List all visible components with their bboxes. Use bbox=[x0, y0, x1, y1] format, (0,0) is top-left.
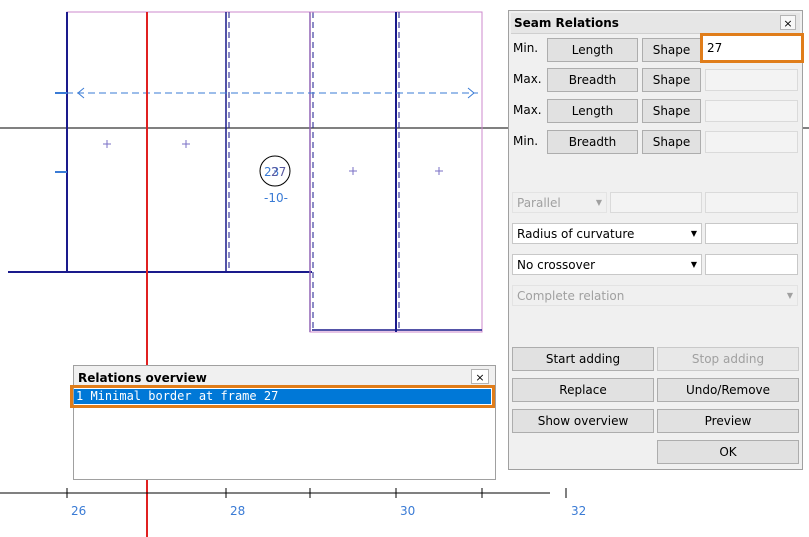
axis-tick-26: 26 bbox=[71, 504, 86, 518]
shape-button-4[interactable]: Shape bbox=[642, 130, 701, 154]
parallel-value-field-1[interactable] bbox=[610, 192, 702, 213]
crossover-select[interactable]: No crossover ▼ bbox=[512, 254, 702, 275]
shape-button-1[interactable]: Shape bbox=[642, 38, 701, 62]
crossover-select-value: No crossover bbox=[517, 258, 596, 272]
chevron-down-icon: ▼ bbox=[786, 291, 793, 300]
crossover-value-field[interactable] bbox=[705, 254, 798, 275]
min-length-field[interactable]: 27 bbox=[700, 33, 804, 63]
min-breadth-field[interactable] bbox=[705, 131, 798, 153]
relations-overview-window: Relations overview × 1 Minimal border at… bbox=[70, 365, 496, 480]
parallel-value-field-2[interactable] bbox=[705, 192, 798, 213]
ok-button[interactable]: OK bbox=[657, 440, 799, 464]
radius-select-value: Radius of curvature bbox=[517, 227, 635, 241]
axis-tick-28: 28 bbox=[230, 504, 245, 518]
start-adding-button[interactable]: Start adding bbox=[512, 347, 654, 371]
parallel-select[interactable]: Parallel ▼ bbox=[512, 192, 607, 213]
chevron-down-icon: ▼ bbox=[690, 229, 697, 238]
replace-button[interactable]: Replace bbox=[512, 378, 654, 402]
overview-titlebar: Relations overview × bbox=[74, 366, 495, 386]
row-label-max: Max. bbox=[513, 72, 542, 86]
chevron-down-icon: ▼ bbox=[690, 260, 697, 269]
complete-relation-value: Complete relation bbox=[517, 289, 625, 303]
show-overview-button[interactable]: Show overview bbox=[512, 409, 654, 433]
frame-marker-number: 27 bbox=[271, 165, 286, 179]
panel-title: Seam Relations bbox=[514, 16, 619, 30]
row-label-min-2: Min. bbox=[513, 134, 539, 148]
undo-remove-button[interactable]: Undo/Remove bbox=[657, 378, 799, 402]
breadth-button-2[interactable]: Breadth bbox=[547, 130, 638, 154]
list-item[interactable]: 1 Minimal border at frame 27 bbox=[70, 385, 495, 408]
axis-tick-32: 32 bbox=[571, 504, 586, 518]
seam-relations-panel: Seam Relations × Min. Length Shape 27 Ma… bbox=[508, 10, 804, 470]
radius-value-field[interactable] bbox=[705, 223, 798, 244]
shape-button-3[interactable]: Shape bbox=[642, 99, 701, 123]
shape-button-2[interactable]: Shape bbox=[642, 68, 701, 92]
relations-list[interactable]: 1 Minimal border at frame 27 bbox=[70, 385, 495, 479]
max-breadth-field[interactable] bbox=[705, 69, 798, 91]
row-label-max-2: Max. bbox=[513, 103, 542, 117]
chevron-down-icon: ▼ bbox=[595, 198, 602, 207]
length-button-1[interactable]: Length bbox=[547, 38, 638, 62]
parallel-select-value: Parallel bbox=[517, 196, 561, 210]
stop-adding-button[interactable]: Stop adding bbox=[657, 347, 799, 371]
radius-select[interactable]: Radius of curvature ▼ bbox=[512, 223, 702, 244]
axis-tick-30: 30 bbox=[400, 504, 415, 518]
preview-button[interactable]: Preview bbox=[657, 409, 799, 433]
plate-outline-left bbox=[66, 11, 311, 273]
overview-title: Relations overview bbox=[78, 371, 207, 385]
close-icon[interactable]: × bbox=[780, 15, 796, 30]
dimension-label: -10- bbox=[264, 191, 288, 205]
close-icon[interactable]: × bbox=[471, 369, 489, 384]
row-label-min: Min. bbox=[513, 41, 539, 55]
breadth-button-1[interactable]: Breadth bbox=[547, 68, 638, 92]
length-button-2[interactable]: Length bbox=[547, 99, 638, 123]
panel-titlebar: Seam Relations × bbox=[511, 13, 800, 34]
max-length-field[interactable] bbox=[705, 100, 798, 122]
list-item-text: 1 Minimal border at frame 27 bbox=[74, 389, 491, 404]
complete-relation-select[interactable]: Complete relation ▼ bbox=[512, 285, 798, 306]
